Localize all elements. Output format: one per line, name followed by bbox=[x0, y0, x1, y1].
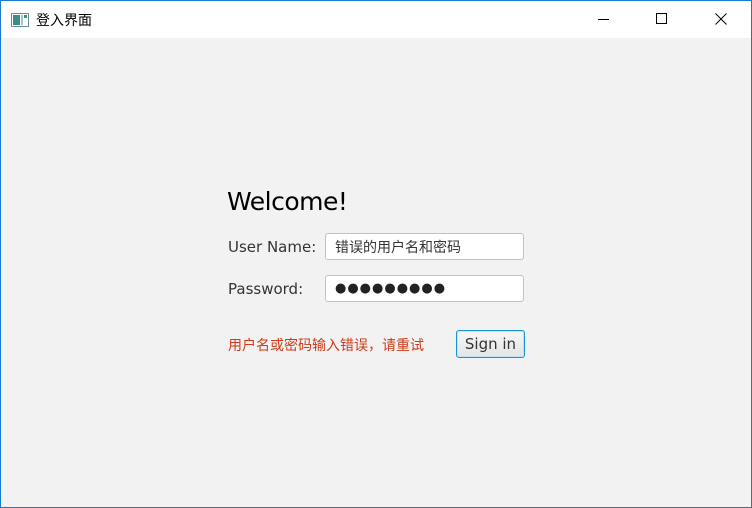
maximize-button[interactable] bbox=[639, 1, 685, 38]
username-input[interactable] bbox=[325, 233, 524, 260]
close-button[interactable] bbox=[698, 1, 744, 38]
username-label: User Name: bbox=[228, 238, 317, 256]
password-label: Password: bbox=[228, 280, 304, 298]
login-window: 登入界面 Welcome! User Name: Password: 用户名或密… bbox=[0, 0, 752, 508]
minimize-icon bbox=[598, 10, 610, 29]
password-input[interactable] bbox=[325, 275, 524, 302]
java-app-icon bbox=[11, 12, 29, 27]
error-message: 用户名或密码输入错误，请重试 bbox=[228, 338, 424, 354]
sign-in-button[interactable]: Sign in bbox=[456, 330, 525, 358]
close-icon bbox=[715, 10, 727, 29]
maximize-icon bbox=[656, 10, 668, 29]
window-title: 登入界面 bbox=[36, 13, 92, 29]
minimize-button[interactable] bbox=[581, 1, 627, 38]
title-bar[interactable]: 登入界面 bbox=[1, 1, 751, 38]
welcome-heading: Welcome! bbox=[227, 187, 348, 216]
